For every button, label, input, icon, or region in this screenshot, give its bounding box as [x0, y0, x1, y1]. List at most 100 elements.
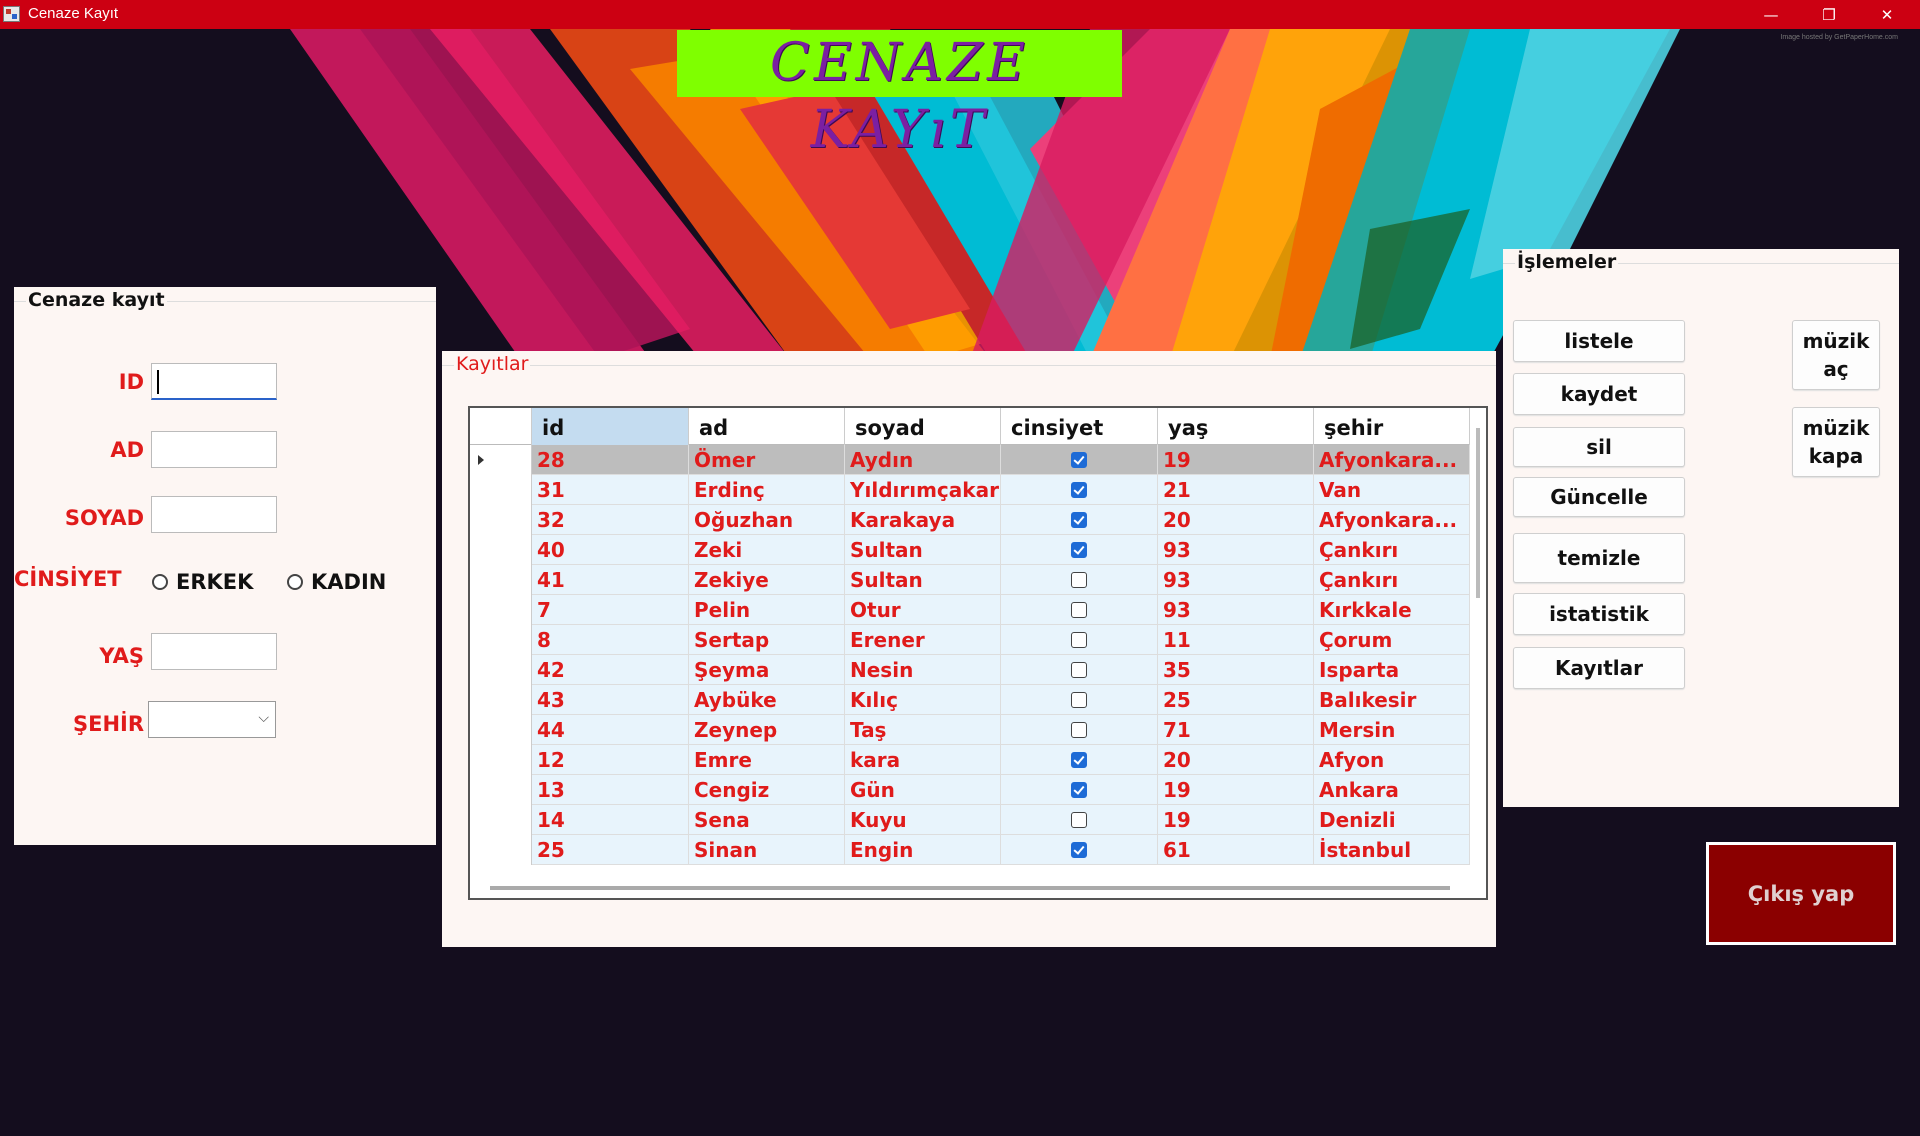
cell-cinsiyet[interactable] — [1001, 595, 1158, 625]
cell-cinsiyet[interactable] — [1001, 475, 1158, 505]
cinsiyet-checkbox[interactable] — [1071, 842, 1087, 858]
cell-soyad[interactable]: Erener — [845, 625, 1001, 655]
cell-ad[interactable]: Erdinç — [689, 475, 845, 505]
table-row[interactable]: 13 Cengiz Gün 19 Ankara — [470, 775, 1470, 805]
table-row[interactable]: 31 Erdinç Yıldırımçakar 21 Van — [470, 475, 1470, 505]
sil-button[interactable]: sil — [1513, 427, 1685, 467]
row-header[interactable] — [470, 745, 532, 775]
row-header[interactable] — [470, 655, 532, 685]
cell-cinsiyet[interactable] — [1001, 655, 1158, 685]
cell-sehir[interactable]: Van — [1314, 475, 1470, 505]
cell-id[interactable]: 28 — [532, 445, 689, 475]
cell-ad[interactable]: Ömer — [689, 445, 845, 475]
minimize-button[interactable]: — — [1742, 0, 1800, 29]
cell-soyad[interactable]: Sultan — [845, 535, 1001, 565]
muzik-kapa-button[interactable]: müzik kapa — [1792, 407, 1880, 477]
cinsiyet-checkbox[interactable] — [1071, 662, 1087, 678]
cell-sehir[interactable]: Balıkesir — [1314, 685, 1470, 715]
cell-cinsiyet[interactable] — [1001, 715, 1158, 745]
yas-input[interactable] — [151, 633, 277, 670]
listele-button[interactable]: listele — [1513, 320, 1685, 362]
cell-cinsiyet[interactable] — [1001, 445, 1158, 475]
istatistik-button[interactable]: istatistik — [1513, 593, 1685, 635]
column-header-soyad[interactable]: soyad — [845, 408, 1001, 445]
cell-yas[interactable]: 93 — [1158, 565, 1314, 595]
cell-yas[interactable]: 19 — [1158, 805, 1314, 835]
cell-yas[interactable]: 93 — [1158, 535, 1314, 565]
cell-ad[interactable]: Sena — [689, 805, 845, 835]
table-row[interactable]: 43 Aybüke Kılıç 25 Balıkesir — [470, 685, 1470, 715]
cell-sehir[interactable]: Afyonkara... — [1314, 445, 1470, 475]
row-header[interactable] — [470, 835, 532, 865]
cell-soyad[interactable]: Kılıç — [845, 685, 1001, 715]
cinsiyet-checkbox[interactable] — [1071, 812, 1087, 828]
cell-ad[interactable]: Şeyma — [689, 655, 845, 685]
row-header[interactable] — [470, 595, 532, 625]
cell-soyad[interactable]: Aydın — [845, 445, 1001, 475]
close-button[interactable]: ✕ — [1858, 0, 1916, 29]
row-header[interactable] — [470, 685, 532, 715]
guncelle-button[interactable]: Güncelle — [1513, 477, 1685, 517]
cell-soyad[interactable]: Kuyu — [845, 805, 1001, 835]
row-header[interactable] — [470, 445, 532, 475]
cell-ad[interactable]: Sertap — [689, 625, 845, 655]
cell-sehir[interactable]: İstanbul — [1314, 835, 1470, 865]
cell-soyad[interactable]: Gün — [845, 775, 1001, 805]
table-row[interactable]: 40 Zeki Sultan 93 Çankırı — [470, 535, 1470, 565]
cell-id[interactable]: 31 — [532, 475, 689, 505]
muzik-ac-button[interactable]: müzik aç — [1792, 320, 1880, 390]
cell-id[interactable]: 7 — [532, 595, 689, 625]
cinsiyet-checkbox[interactable] — [1071, 752, 1087, 768]
cell-yas[interactable]: 25 — [1158, 685, 1314, 715]
cinsiyet-checkbox[interactable] — [1071, 482, 1087, 498]
cell-cinsiyet[interactable] — [1001, 625, 1158, 655]
table-row[interactable]: 42 Şeyma Nesin 35 Isparta — [470, 655, 1470, 685]
restore-button[interactable]: ❐ — [1800, 0, 1858, 29]
table-row[interactable]: 14 Sena Kuyu 19 Denizli — [470, 805, 1470, 835]
kaydet-button[interactable]: kaydet — [1513, 373, 1685, 415]
column-header-id[interactable]: id — [532, 408, 689, 445]
cell-yas[interactable]: 19 — [1158, 775, 1314, 805]
row-header[interactable] — [470, 475, 532, 505]
cell-ad[interactable]: Zekiye — [689, 565, 845, 595]
cell-ad[interactable]: Oğuzhan — [689, 505, 845, 535]
cell-id[interactable]: 41 — [532, 565, 689, 595]
cell-sehir[interactable]: Afyonkara... — [1314, 505, 1470, 535]
horizontal-scrollbar[interactable] — [490, 886, 1450, 890]
cell-ad[interactable]: Cengiz — [689, 775, 845, 805]
cinsiyet-checkbox[interactable] — [1071, 722, 1087, 738]
row-header[interactable] — [470, 505, 532, 535]
cell-id[interactable]: 13 — [532, 775, 689, 805]
cell-yas[interactable]: 35 — [1158, 655, 1314, 685]
cell-cinsiyet[interactable] — [1001, 535, 1158, 565]
cell-id[interactable]: 25 — [532, 835, 689, 865]
table-row[interactable]: 25 Sinan Engin 61 İstanbul — [470, 835, 1470, 865]
cell-yas[interactable]: 11 — [1158, 625, 1314, 655]
cinsiyet-checkbox[interactable] — [1071, 782, 1087, 798]
cell-ad[interactable]: Sinan — [689, 835, 845, 865]
cell-yas[interactable]: 71 — [1158, 715, 1314, 745]
cell-ad[interactable]: Emre — [689, 745, 845, 775]
cinsiyet-checkbox[interactable] — [1071, 632, 1087, 648]
cell-ad[interactable]: Pelin — [689, 595, 845, 625]
cinsiyet-checkbox[interactable] — [1071, 452, 1087, 468]
cell-cinsiyet[interactable] — [1001, 745, 1158, 775]
cell-id[interactable]: 32 — [532, 505, 689, 535]
cell-soyad[interactable]: Taş — [845, 715, 1001, 745]
row-header[interactable] — [470, 805, 532, 835]
cell-soyad[interactable]: Engin — [845, 835, 1001, 865]
kayitlar-button[interactable]: Kayıtlar — [1513, 647, 1685, 689]
cell-id[interactable]: 44 — [532, 715, 689, 745]
table-row[interactable]: 7 Pelin Otur 93 Kırkkale — [470, 595, 1470, 625]
cell-yas[interactable]: 20 — [1158, 745, 1314, 775]
cell-yas[interactable]: 93 — [1158, 595, 1314, 625]
cell-yas[interactable]: 61 — [1158, 835, 1314, 865]
column-header-ad[interactable]: ad — [689, 408, 845, 445]
cinsiyet-checkbox[interactable] — [1071, 692, 1087, 708]
table-row[interactable]: 41 Zekiye Sultan 93 Çankırı — [470, 565, 1470, 595]
id-input[interactable] — [151, 363, 277, 400]
erkek-radio[interactable]: ERKEK — [152, 570, 253, 594]
cell-sehir[interactable]: Ankara — [1314, 775, 1470, 805]
row-header[interactable] — [470, 715, 532, 745]
cinsiyet-checkbox[interactable] — [1071, 542, 1087, 558]
